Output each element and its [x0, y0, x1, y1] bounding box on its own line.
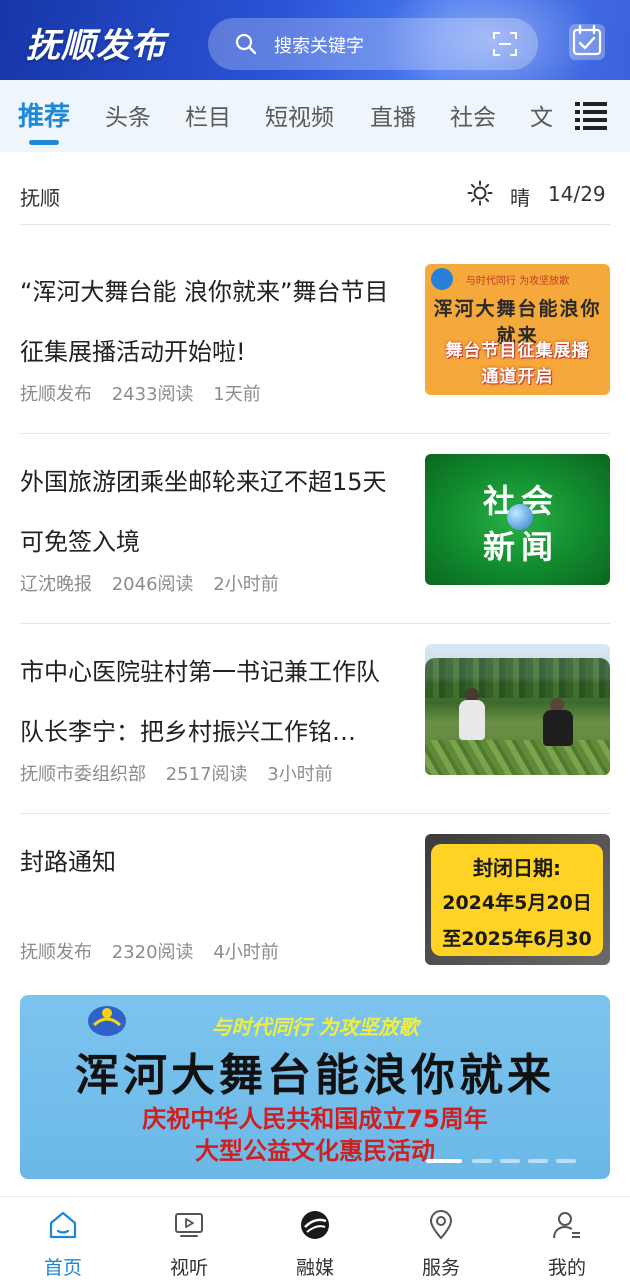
app-header: 抚顺发布 搜索关键字	[0, 0, 630, 80]
news-source: 抚顺发布	[20, 384, 92, 405]
news-thumbnail: 社会 新闻	[425, 454, 610, 585]
thumb-caption-2: 通道开启	[481, 367, 554, 387]
news-reads: 2517阅读	[165, 764, 248, 785]
menu-icon[interactable]	[575, 100, 607, 130]
tab-culture[interactable]: 文	[530, 98, 553, 132]
nav-label: 视听	[169, 1257, 208, 1279]
news-time: 3小时前	[267, 764, 333, 785]
nav-label: 我的	[547, 1257, 586, 1279]
banner-subtitle-1: 庆祝中华人民共和国成立75周年	[142, 1105, 488, 1133]
divider	[20, 224, 610, 225]
news-photo	[425, 644, 610, 775]
news-item[interactable]: “浑河大舞台能 浪你就来”舞台节目征集展播活动开始啦! 抚顺发布 2433阅读 …	[0, 234, 630, 424]
thumb-slogan: 与时代同行 为攻坚放歌	[465, 276, 570, 287]
brand-title: 抚顺发布	[26, 26, 166, 66]
news-time: 1天前	[213, 384, 261, 405]
carousel-dot[interactable]	[556, 1159, 576, 1163]
tab-society[interactable]: 社会	[450, 98, 496, 132]
news-item[interactable]: 封路通知 抚顺发布 2320阅读 4小时前 封闭日期: 2024年5月20日 至…	[0, 804, 630, 994]
news-thumbnail: 封闭日期: 2024年5月20日 至2025年6月30	[425, 834, 610, 965]
active-tab-indicator	[29, 140, 59, 145]
banner-slogan: 与时代同行 为攻坚放歌	[211, 1015, 419, 1039]
tab-columns[interactable]: 栏目	[185, 98, 231, 132]
thumb-caption-2: 新闻	[483, 528, 560, 566]
weather-condition: 晴	[510, 186, 530, 210]
search-bar[interactable]: 搜索关键字	[208, 18, 538, 70]
carousel-dot[interactable]	[528, 1159, 548, 1163]
nav-audiovisual[interactable]: 视听	[126, 1197, 252, 1280]
tab-live[interactable]: 直播	[370, 98, 416, 132]
sun-icon	[467, 180, 493, 206]
photo-field	[425, 740, 610, 775]
thumb-caption-2: 2024年5月20日	[442, 892, 592, 914]
news-meta: 抚顺发布 2433阅读 1天前	[20, 380, 275, 406]
tab-short-video[interactable]: 短视频	[265, 98, 334, 132]
thumb-caption-3: 至2025年6月30	[442, 928, 592, 950]
news-thumbnail: 与时代同行 为攻坚放歌 浑河大舞台能浪你就来 舞台节目征集展播 通道开启	[425, 264, 610, 395]
nav-profile[interactable]: 我的	[504, 1197, 630, 1280]
search-placeholder: 搜索关键字	[274, 36, 364, 57]
photo-person	[543, 710, 573, 746]
news-title: 市中心医院驻村第一书记兼工作队队长李宁：把乡村振兴工作铭…	[20, 658, 380, 746]
news-source: 辽沈晚报	[20, 574, 92, 595]
search-icon	[235, 33, 257, 55]
nav-services[interactable]: 服务	[378, 1197, 504, 1280]
promo-banner[interactable]: 与时代同行 为攻坚放歌 浑河大舞台能浪你就来 庆祝中华人民共和国成立75周年 大…	[20, 995, 610, 1179]
thumb-caption-1: 封闭日期:	[473, 856, 561, 880]
news-title: 外国旅游团乘坐邮轮来辽不超15天可免签入境	[20, 468, 387, 556]
nav-label: 融媒	[295, 1257, 334, 1279]
thumb-caption-1: 舞台节目征集展播	[445, 341, 590, 361]
temperature-range: 14/29	[548, 182, 606, 206]
tab-headlines[interactable]: 头条	[105, 98, 151, 132]
notice-box: 封闭日期: 2024年5月20日 至2025年6月30	[431, 844, 603, 956]
nav-label: 服务	[421, 1257, 460, 1279]
carousel-dot[interactable]	[426, 1159, 462, 1163]
category-tabs: 推荐 头条 栏目 短视频 直播 社会 文	[0, 80, 630, 152]
news-source: 抚顺市委组织部	[20, 764, 146, 785]
home-icon	[49, 1211, 77, 1239]
nav-label: 首页	[43, 1257, 82, 1279]
banner-title: 浑河大舞台能浪你就来	[75, 1050, 555, 1101]
news-reads: 2046阅读	[111, 574, 194, 595]
nav-media[interactable]: 融媒	[252, 1197, 378, 1280]
tab-recommend[interactable]: 推荐	[18, 96, 70, 133]
news-meta: 抚顺市委组织部 2517阅读 3小时前	[20, 760, 347, 786]
news-item[interactable]: 外国旅游团乘坐邮轮来辽不超15天可免签入境 辽沈晚报 2046阅读 2小时前 社…	[0, 424, 630, 614]
news-meta: 辽沈晚报 2046阅读 2小时前	[20, 570, 293, 596]
news-reads: 2433阅读	[111, 384, 194, 405]
news-title: 封路通知	[20, 848, 116, 876]
city-name[interactable]: 抚顺	[20, 182, 60, 211]
photo-trees	[425, 658, 610, 698]
tv-icon	[175, 1213, 203, 1237]
news-source: 抚顺发布	[20, 942, 92, 963]
media-logo-icon	[301, 1211, 329, 1239]
news-meta: 抚顺发布 2320阅读 4小时前	[20, 938, 293, 964]
news-reads: 2320阅读	[111, 942, 194, 963]
user-icon	[553, 1212, 580, 1239]
carousel-indicator	[426, 1159, 586, 1163]
news-time: 4小时前	[213, 942, 279, 963]
nav-home[interactable]: 首页	[0, 1197, 126, 1280]
photo-person	[459, 700, 485, 740]
calendar-check-icon[interactable]	[565, 16, 609, 66]
bottom-nav: 首页 视听 融媒 服务 我的	[0, 1196, 630, 1280]
news-time: 2小时前	[213, 574, 279, 595]
carousel-dot[interactable]	[500, 1159, 520, 1163]
scan-icon[interactable]	[492, 31, 518, 57]
news-title: “浑河大舞台能 浪你就来”舞台节目征集展播活动开始啦!	[20, 278, 389, 366]
carousel-dot[interactable]	[472, 1159, 492, 1163]
location-pin-icon	[429, 1210, 453, 1240]
news-item[interactable]: 市中心医院驻村第一书记兼工作队队长李宁：把乡村振兴工作铭… 抚顺市委组织部 25…	[0, 614, 630, 804]
